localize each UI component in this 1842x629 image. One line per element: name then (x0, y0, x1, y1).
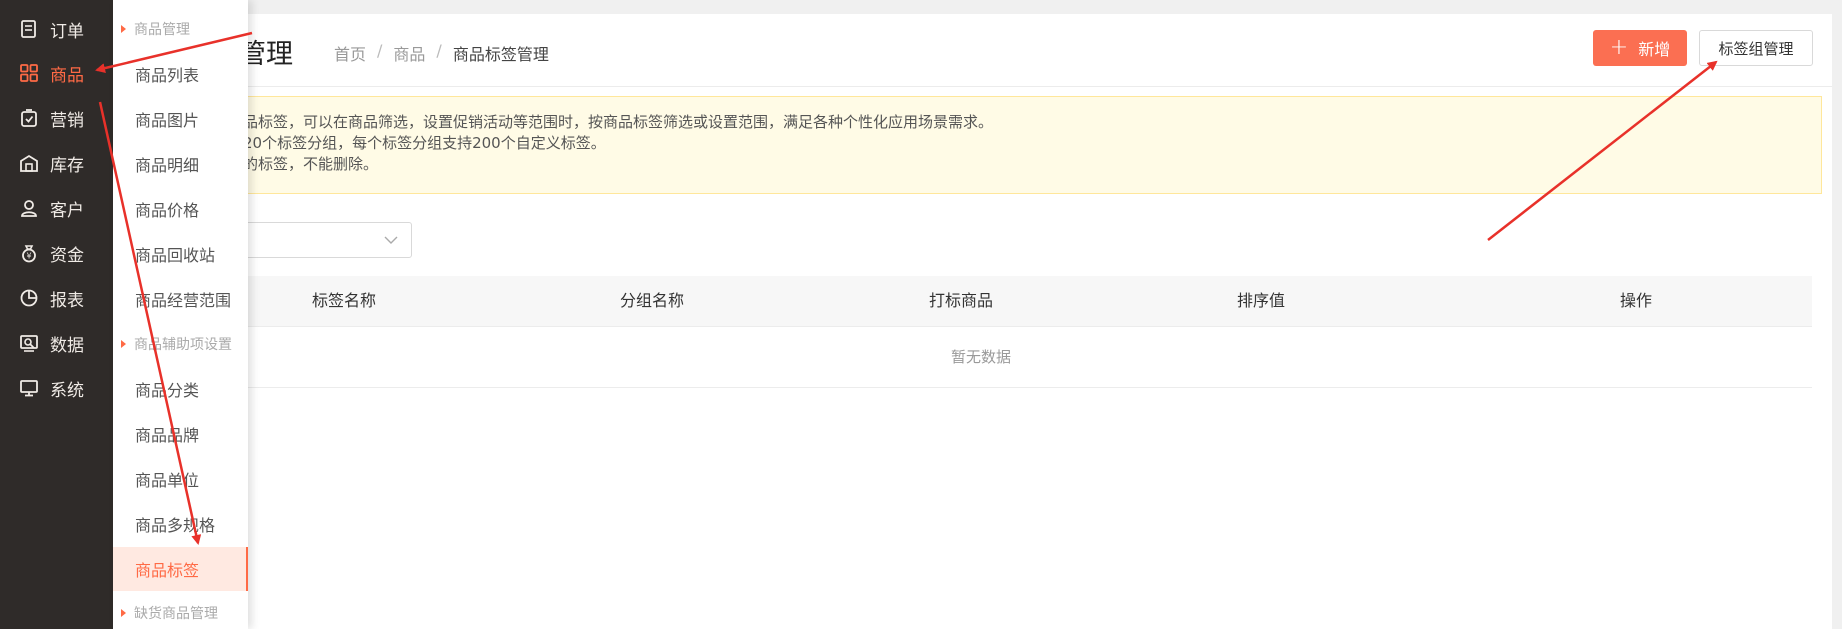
column-header-tag-name: 标签名称 (312, 291, 377, 310)
submenu-item-goods-multi-spec[interactable]: 商品多规格 (113, 502, 248, 546)
submenu-item-goods-brand[interactable]: 商品品牌 (113, 412, 248, 456)
tag-table: 标签名称 分组名称 打标商品 排序值 操作 暂无数据 (212, 276, 1812, 388)
sidebar-item-label: 订单 (50, 21, 84, 42)
warehouse-icon (18, 152, 40, 174)
svg-text:¥: ¥ (26, 252, 31, 261)
column-header-actions: 操作 (1620, 291, 1653, 310)
money-bag-icon: ¥ (18, 242, 40, 264)
grid-icon (18, 62, 40, 84)
sidebar-item-goods[interactable]: 商品 (0, 53, 113, 93)
submenu-group-goods-management: 商品管理 (113, 16, 248, 42)
submenu-item-goods-business-scope[interactable]: 商品经营范围 (113, 277, 248, 321)
column-header-sort-value: 排序值 (1237, 291, 1286, 310)
sidebar-item-label: 库存 (50, 155, 84, 176)
user-icon (18, 197, 40, 219)
sidebar-item-funds[interactable]: ¥ 资金 (0, 233, 113, 273)
sidebar-item-label: 报表 (50, 290, 84, 311)
sidebar-item-marketing[interactable]: 营销 (0, 98, 113, 138)
sidebar-item-label: 商品 (50, 65, 84, 86)
column-header-tagged-goods: 打标商品 (929, 291, 994, 310)
breadcrumb-home[interactable]: 首页 (334, 41, 366, 65)
page-header: 签管理 首页 / 商品 / 商品标签管理 + 新增 标签组管理 (212, 14, 1832, 87)
submenu-item-goods-category[interactable]: 商品分类 (113, 367, 248, 411)
marketing-icon (18, 107, 40, 129)
column-header-group-name: 分组名称 (620, 291, 685, 310)
pie-chart-icon (18, 287, 40, 309)
sidebar-item-label: 资金 (50, 245, 84, 266)
notice-box: 好商品标签，可以在商品筛选，设置促销活动等范围时，按商品标签筛选或设置范围，满足… (212, 96, 1822, 194)
caret-right-icon (121, 340, 126, 348)
breadcrumb-goods[interactable]: 商品 (393, 41, 425, 65)
submenu-group-auxiliary-settings: 商品辅助项设置 (113, 331, 248, 357)
sidebar-item-label: 数据 (50, 335, 84, 356)
main-content: 签管理 首页 / 商品 / 商品标签管理 + 新增 标签组管理 好商品标签，可以… (212, 14, 1832, 629)
submenu-item-goods-details[interactable]: 商品明细 (113, 142, 248, 186)
tag-group-manage-button[interactable]: 标签组管理 (1699, 30, 1813, 66)
sidebar-item-customers[interactable]: 客户 (0, 188, 113, 228)
breadcrumb-separator: / (377, 41, 383, 60)
breadcrumb: 首页 / 商品 / 商品标签管理 (334, 41, 549, 65)
submenu-item-goods-images[interactable]: 商品图片 (113, 97, 248, 141)
notice-line: 设置20个标签分组，每个标签分组支持200个自定义标签。 (213, 134, 606, 152)
sidebar-item-inventory[interactable]: 库存 (0, 143, 113, 183)
breadcrumb-current: 商品标签管理 (452, 45, 549, 64)
chevron-down-icon (383, 232, 399, 252)
table-empty-row: 暂无数据 (212, 327, 1812, 388)
plus-icon: + (1609, 35, 1629, 60)
submenu-item-goods-price[interactable]: 商品价格 (113, 187, 248, 231)
sidebar: 订单 商品 营销 库存 客户 ¥ 资金 报表 数据 系统 (0, 0, 113, 629)
sidebar-item-orders[interactable]: 订单 (0, 9, 113, 49)
sidebar-item-label: 系统 (50, 380, 84, 401)
empty-state-text: 暂无数据 (951, 348, 1012, 366)
submenu-item-goods-recycle-bin[interactable]: 商品回收站 (113, 232, 248, 276)
sidebar-item-system[interactable]: 系统 (0, 368, 113, 408)
submenu-item-goods-list[interactable]: 商品列表 (113, 52, 248, 96)
breadcrumb-separator: / (436, 41, 442, 60)
notice-line: 好商品标签，可以在商品筛选，设置促销活动等范围时，按商品标签筛选或设置范围，满足… (213, 113, 994, 131)
sidebar-item-label: 客户 (50, 200, 84, 221)
sidebar-item-label: 营销 (50, 110, 84, 131)
table-header: 标签名称 分组名称 打标商品 排序值 操作 (212, 276, 1812, 327)
sidebar-item-data[interactable]: 数据 (0, 323, 113, 363)
caret-right-icon (121, 25, 126, 33)
monitor-icon (18, 377, 40, 399)
add-button[interactable]: + 新增 (1593, 30, 1687, 66)
submenu-panel: 商品管理 商品列表 商品图片 商品明细 商品价格 商品回收站 商品经营范围 商品… (113, 0, 248, 629)
submenu-group-out-of-stock: 缺货商品管理 (113, 600, 248, 626)
order-icon (18, 18, 40, 40)
sidebar-item-reports[interactable]: 报表 (0, 278, 113, 318)
data-icon (18, 332, 40, 354)
caret-right-icon (121, 609, 126, 617)
submenu-item-goods-tags[interactable]: 商品标签 (113, 547, 248, 591)
submenu-item-goods-unit[interactable]: 商品单位 (113, 457, 248, 501)
